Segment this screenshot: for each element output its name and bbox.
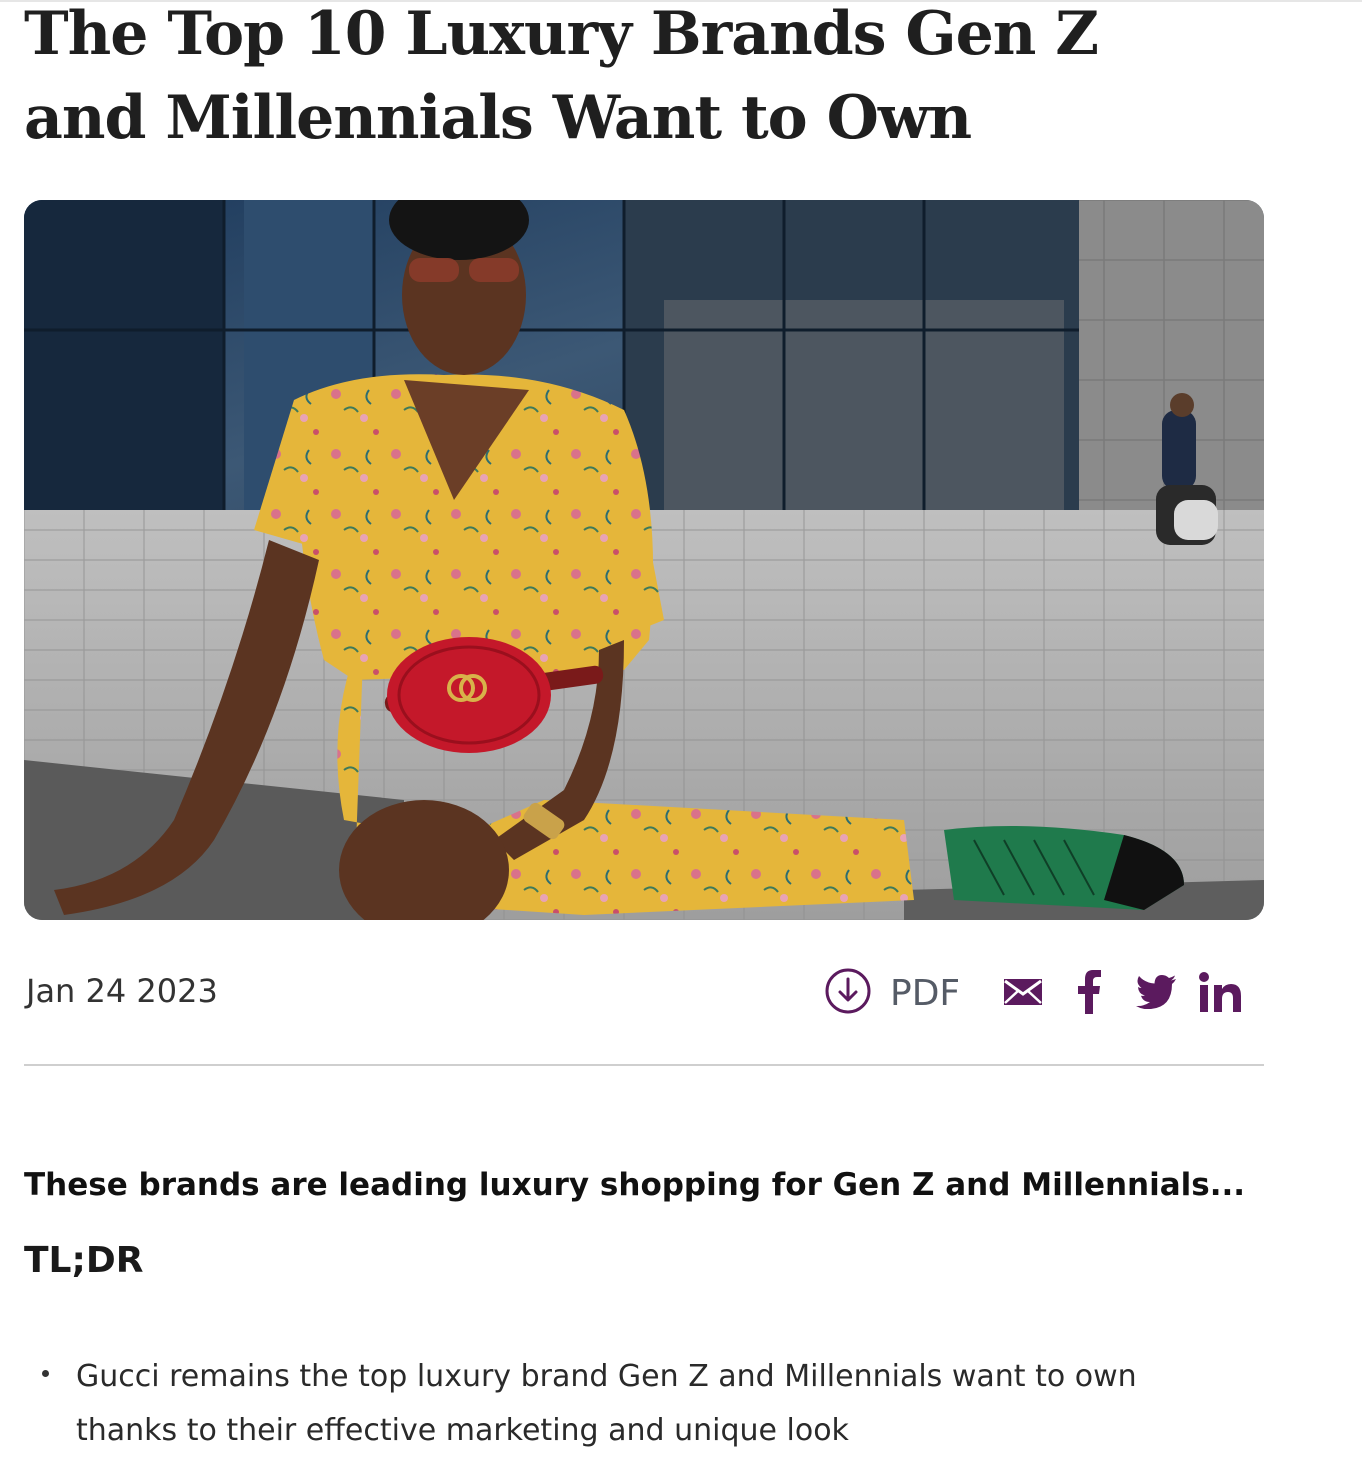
email-icon: [1003, 978, 1043, 1010]
pdf-label: PDF: [890, 972, 961, 1014]
download-pdf-button[interactable]: PDF: [824, 968, 960, 1018]
divider: [24, 1064, 1264, 1066]
publish-date: Jan 24 2023: [26, 972, 218, 1010]
linkedin-icon: [1199, 972, 1241, 1016]
twitter-icon: [1136, 975, 1176, 1013]
list-item-text: Gucci remains the top luxury brand Gen Z…: [76, 1359, 1137, 1448]
download-icon: [824, 967, 872, 1019]
tldr-list: Gucci remains the top luxury brand Gen Z…: [24, 1350, 1264, 1458]
facebook-icon: [1077, 970, 1101, 1018]
share-email-button[interactable]: [999, 970, 1047, 1018]
bullet-icon: [42, 1370, 49, 1377]
share-twitter-button[interactable]: [1132, 970, 1180, 1018]
share-facebook-button[interactable]: [1072, 970, 1106, 1018]
tldr-heading: TL;DR: [24, 1240, 144, 1281]
hero-image: [24, 200, 1264, 920]
article-meta-bar: Jan 24 2023 PDF: [24, 960, 1264, 1030]
share-linkedin-button[interactable]: [1196, 970, 1244, 1018]
article-lead: These brands are leading luxury shopping…: [24, 1167, 1246, 1203]
article-title: The Top 10 Luxury Brands Gen Z and Mille…: [24, 0, 1099, 153]
list-item: Gucci remains the top luxury brand Gen Z…: [24, 1350, 1264, 1458]
hero-photo: [24, 200, 1264, 920]
